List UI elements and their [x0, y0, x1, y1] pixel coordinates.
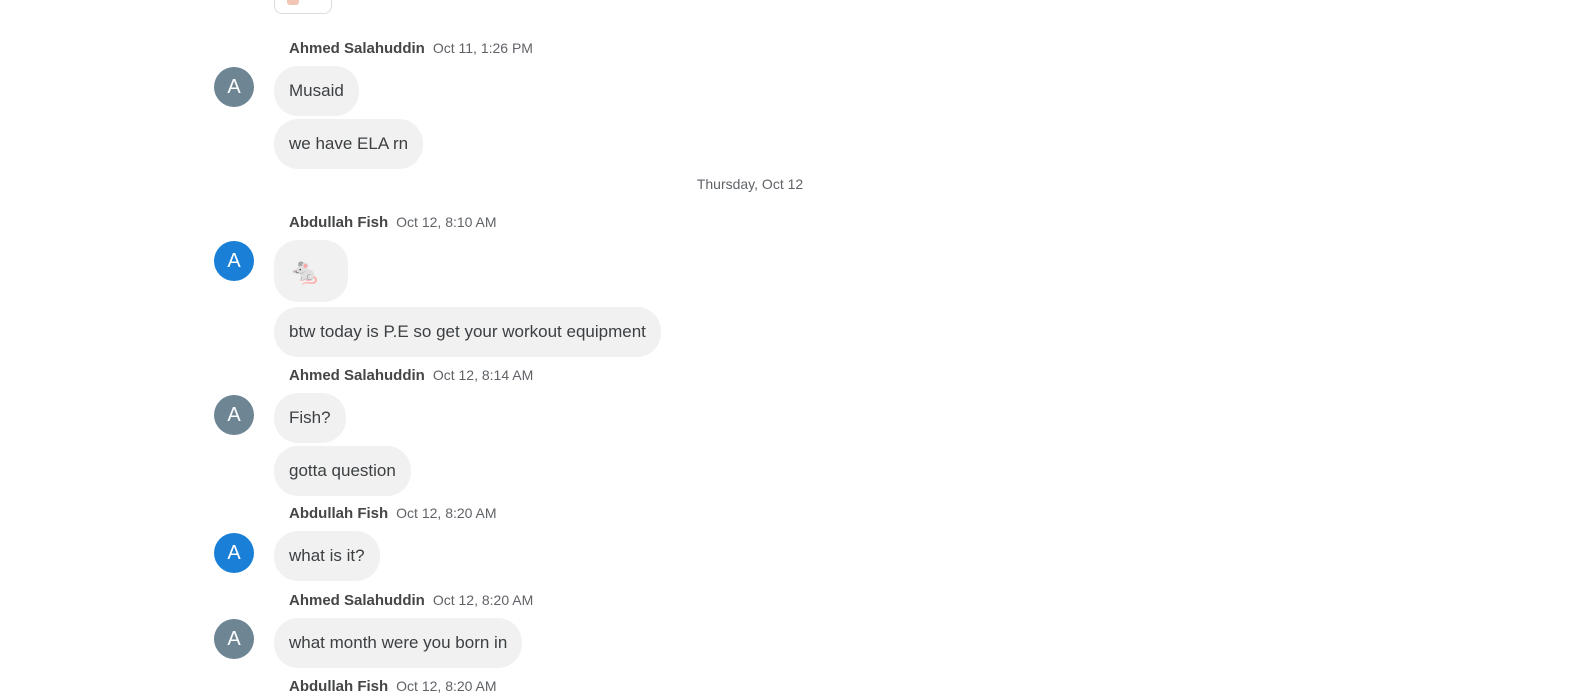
- reaction-chip[interactable]: [274, 0, 332, 14]
- message-header: Abdullah Fish Oct 12, 8:10 AM: [289, 214, 497, 231]
- message-header: Abdullah Fish Oct 12, 8:20 AM: [289, 505, 497, 522]
- avatar[interactable]: A: [214, 533, 254, 573]
- message-bubble[interactable]: what month were you born in: [274, 618, 523, 668]
- author-name[interactable]: Ahmed Salahuddin: [289, 367, 425, 384]
- message-bubble[interactable]: we have ELA rn: [274, 119, 424, 169]
- message-header: Ahmed Salahuddin Oct 11, 1:26 PM: [289, 40, 533, 57]
- author-name[interactable]: Ahmed Salahuddin: [289, 592, 425, 609]
- message-header: Ahmed Salahuddin Oct 12, 8:14 AM: [289, 367, 533, 384]
- message-bubble-emoji[interactable]: 🐁: [274, 240, 348, 302]
- message-timestamp: Oct 12, 8:20 AM: [396, 505, 497, 521]
- message-bubble[interactable]: Fish?: [274, 393, 346, 443]
- message-bubble[interactable]: what is it?: [274, 531, 380, 581]
- message-header: Ahmed Salahuddin Oct 12, 8:20 AM: [289, 592, 533, 609]
- author-name[interactable]: Abdullah Fish: [289, 505, 388, 522]
- message-timestamp: Oct 12, 8:20 AM: [396, 678, 497, 694]
- date-separator: Thursday, Oct 12: [696, 176, 804, 192]
- message-timestamp: Oct 12, 8:20 AM: [432, 592, 534, 608]
- message-bubble[interactable]: gotta question: [274, 446, 411, 496]
- message-timestamp: Oct 11, 1:26 PM: [432, 40, 533, 56]
- message-bubble[interactable]: btw today is P.E so get your workout equ…: [274, 307, 661, 357]
- author-name[interactable]: Ahmed Salahuddin: [289, 40, 425, 57]
- author-name[interactable]: Abdullah Fish: [289, 214, 388, 231]
- avatar[interactable]: A: [214, 619, 254, 659]
- avatar[interactable]: A: [214, 67, 254, 107]
- reaction-emoji-icon: [287, 0, 299, 5]
- message-bubble[interactable]: Musaid: [274, 66, 359, 116]
- avatar[interactable]: A: [214, 395, 254, 435]
- message-timestamp: Oct 12, 8:10 AM: [396, 214, 497, 230]
- chat-thread: A Ahmed Salahuddin Oct 11, 1:26 PM Musaid…: [0, 0, 1573, 695]
- message-timestamp: Oct 12, 8:14 AM: [432, 367, 534, 383]
- avatar[interactable]: A: [214, 241, 254, 281]
